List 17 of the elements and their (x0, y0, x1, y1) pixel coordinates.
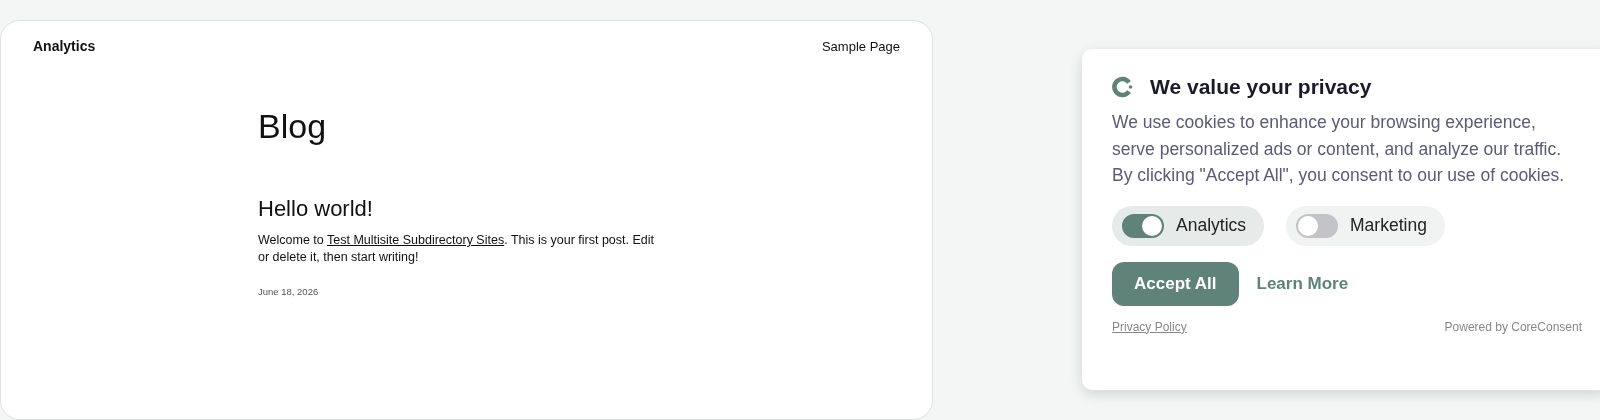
powered-by-text: Powered by CoreConsent (1444, 319, 1582, 334)
toggle-switch[interactable] (1122, 213, 1164, 238)
site-title[interactable]: Analytics (33, 38, 96, 54)
learn-more-link[interactable]: Learn More (1256, 273, 1349, 294)
post-date: June 18, 2026 (258, 286, 320, 297)
consent-toggle[interactable]: Marketing (1286, 205, 1445, 246)
consent-toggle[interactable]: Analytics (1112, 205, 1265, 246)
popup-title: We value your privacy (1150, 75, 1372, 99)
page-heading: Blog (258, 107, 328, 146)
toggle-switch[interactable] (1296, 213, 1339, 238)
privacy-policy-link[interactable]: Privacy Policy (1112, 319, 1187, 334)
post-title[interactable]: Hello world! (258, 196, 658, 222)
accept-all-button[interactable]: Accept All (1112, 261, 1239, 306)
logo-icon (1112, 76, 1134, 98)
post-excerpt: Welcome to Test Multisite Subdirectory Sites. This is your first post. Edit or delete it, then start writing! (258, 232, 655, 266)
nav-link[interactable]: Sample Page (821, 39, 900, 54)
popup-description: We use cookies to enhance your browsing experience, serve personalized ads or content, and analyze our traffic. By clicking "Accept All", you consent to our use of cookies. (1112, 111, 1566, 187)
